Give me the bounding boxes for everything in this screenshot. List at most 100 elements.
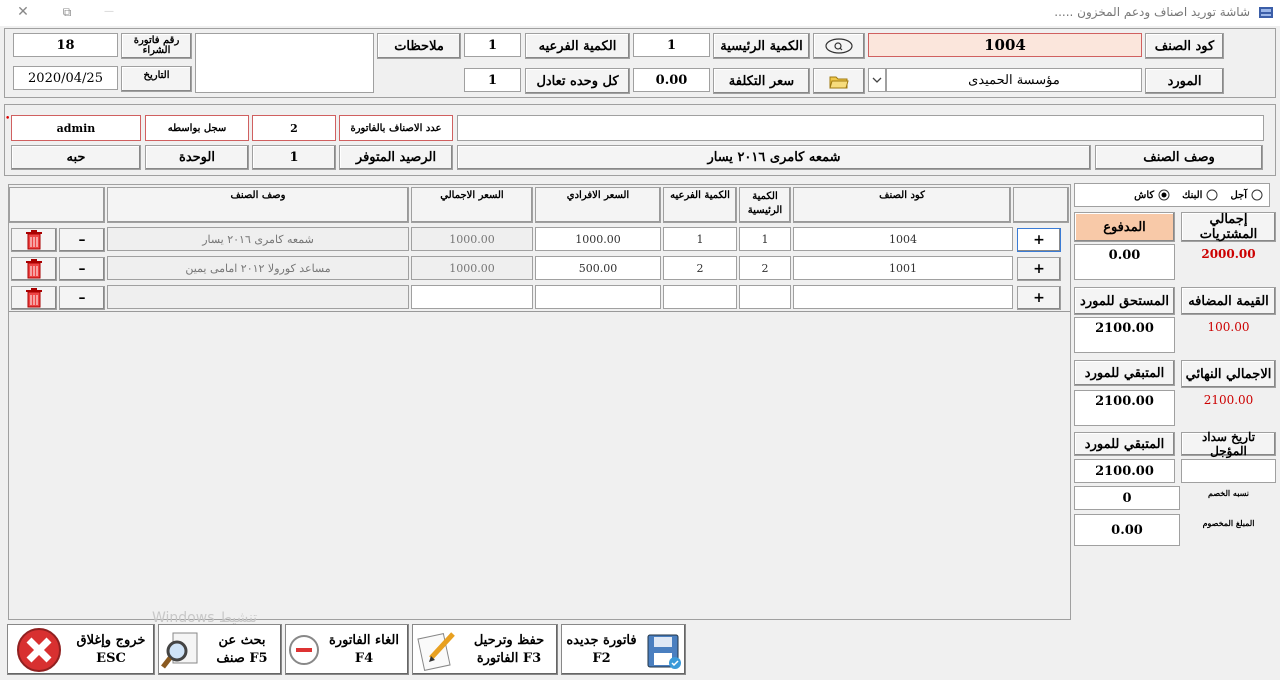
exit-close-button[interactable]: خروج وإغلاق ESC (7, 624, 155, 675)
supplier-label: المورد (1145, 68, 1224, 94)
unit-equiv-label: كل وحده تعادل (525, 68, 630, 94)
cost-price-input[interactable]: 0.00 (633, 68, 710, 92)
col-header-row-actions (9, 187, 105, 223)
grid-divider (9, 311, 1070, 312)
window-title: ..... شاشة توريد اصناف ودعم المخزون (1054, 5, 1250, 19)
purchases-total-value: 2000.00 (1201, 247, 1256, 261)
exit-line1: خروج وإغلاق (76, 632, 146, 648)
cell-item-desc (107, 285, 409, 309)
remaining2-label: المتبقي للمورد (1074, 432, 1175, 456)
supplier-dropdown-button[interactable] (868, 68, 886, 92)
remaining2-value: 2100.00 (1074, 459, 1175, 483)
col-header-main-qty: الكمية الرئيسية (739, 187, 791, 223)
cell-unit-price[interactable] (535, 285, 661, 309)
open-folder-button[interactable] (813, 68, 865, 94)
payment-credit-label: آجل (1230, 189, 1247, 201)
delete-row-button[interactable] (11, 228, 57, 252)
cell-main-qty[interactable] (739, 285, 791, 309)
cell-item-code[interactable]: 1001 (793, 256, 1013, 280)
available-balance-value: 1 (252, 145, 336, 170)
decrement-row-button[interactable]: – (59, 286, 105, 310)
item-code-label: كود الصنف (1145, 33, 1224, 59)
folder-icon (829, 76, 849, 89)
available-balance-label: الرصيد المتوفر (339, 145, 453, 170)
minimize-window-button[interactable]: — (98, 2, 120, 22)
unit-value: حبه (11, 145, 141, 170)
due-supplier-label: المستحق للمورد (1074, 287, 1175, 315)
items-count-label: عدد الاصناف بالفاتورة (339, 115, 453, 141)
registered-by-value: admin (11, 115, 141, 141)
col-header-sub-qty: الكمية الفرعيه (663, 187, 737, 223)
decrement-row-button[interactable]: – (59, 228, 105, 252)
item-code-input[interactable]: 1004 (868, 33, 1142, 57)
payment-bank-radio[interactable] (1206, 189, 1218, 201)
close-window-button[interactable]: ✕ (12, 2, 34, 22)
col-header-item-code: كود الصنف (793, 187, 1011, 223)
col-header-actions (1013, 187, 1069, 223)
new-invoice-button[interactable]: فاتورة جديده F2 (561, 624, 686, 675)
cell-sub-qty[interactable] (663, 285, 737, 309)
payment-cash-label: كاش (1134, 189, 1155, 201)
magnifier-icon (161, 632, 198, 669)
registered-by-label: سجل بواسطه (145, 115, 249, 141)
add-row-button[interactable]: + (1017, 286, 1061, 310)
save-post-invoice-button[interactable]: حفظ وترحيل الفاتورة F3 (412, 624, 558, 675)
deferred-date-input[interactable] (1181, 459, 1276, 483)
cell-item-desc: شمعه كامرى ٢٠١٦ يسار (107, 227, 409, 251)
app-icon (1258, 5, 1274, 19)
cell-sub-qty[interactable]: 2 (663, 256, 737, 280)
save-post-line1: حفظ وترحيل (473, 632, 545, 648)
minus-circle-icon (289, 634, 319, 665)
col-header-total-price: السعر الاجمالي (411, 187, 533, 223)
purchase-invoice-no-label: رقم فاتورة الشراء (121, 33, 192, 59)
sub-qty-input[interactable]: 1 (464, 33, 521, 57)
discount-amount-label: المبلغ المخصوم (1202, 518, 1255, 528)
trash-icon (26, 288, 42, 308)
final-total-label: الاجمالي النهائي (1181, 360, 1276, 388)
payment-cash-radio[interactable] (1158, 189, 1170, 201)
add-row-button[interactable]: + (1017, 228, 1061, 252)
search-icon (825, 38, 853, 54)
info-blank-field (457, 115, 1264, 141)
add-row-button[interactable]: + (1017, 257, 1061, 281)
cell-sub-qty[interactable]: 1 (663, 227, 737, 251)
cell-unit-price[interactable]: 500.00 (535, 256, 661, 280)
delete-row-button[interactable] (11, 286, 57, 310)
items-grid: كود الصنف الكمية الرئيسية الكمية الفرعيه… (8, 184, 1071, 620)
search-item-action-button[interactable]: بحث عن صنف F5 (158, 624, 282, 675)
cell-item-code[interactable] (793, 285, 1013, 309)
cell-main-qty[interactable]: 1 (739, 227, 791, 251)
cell-unit-price[interactable]: 1000.00 (535, 227, 661, 251)
sub-qty-label: الكمية الفرعيه (525, 33, 630, 59)
cell-main-qty[interactable]: 2 (739, 256, 791, 280)
paid-input[interactable]: 0.00 (1074, 244, 1175, 280)
cell-item-code[interactable]: 1004 (793, 227, 1013, 251)
main-qty-label: الكمية الرئيسية (713, 33, 810, 59)
exit-line2: ESC (96, 650, 126, 666)
purchase-invoice-no-input[interactable]: 18 (13, 33, 118, 57)
supplier-select[interactable]: مؤسسة الحميدى (886, 68, 1142, 92)
discount-amount-value: 0.00 (1074, 514, 1180, 546)
remaining-value: 2100.00 (1074, 390, 1175, 426)
unit-equiv-input[interactable]: 1 (464, 68, 521, 92)
restore-window-button[interactable]: ⧉ (56, 2, 78, 22)
discount-pct-input[interactable]: 0 (1074, 486, 1180, 510)
notes-input[interactable] (195, 33, 374, 93)
decrement-row-button[interactable]: – (59, 257, 105, 281)
payment-method-group: كاش البنك آجل (1074, 183, 1270, 207)
notes-label: ملاحظات (377, 33, 461, 59)
main-qty-input[interactable]: 1 (633, 33, 710, 57)
paid-label: المدفوع (1074, 212, 1175, 242)
cell-item-desc: مساعد كورولا ٢٠١٢ امامى يمين (107, 256, 409, 280)
save-disk-icon (647, 634, 681, 669)
search-item-button[interactable] (813, 33, 865, 59)
date-input[interactable]: 2020/04/25 (13, 66, 118, 90)
item-desc-label: وصف الصنف (1095, 145, 1263, 170)
table-row: + – (9, 285, 1070, 312)
cancel-invoice-button[interactable]: الغاء الفاتورة F4 (285, 624, 409, 675)
delete-row-button[interactable] (11, 257, 57, 281)
unit-label: الوحدة (145, 145, 249, 170)
payment-credit-radio[interactable] (1251, 189, 1263, 201)
date-label: التاريخ (121, 66, 192, 92)
deferred-date-label: تاريخ سداد المؤجل (1181, 430, 1276, 458)
